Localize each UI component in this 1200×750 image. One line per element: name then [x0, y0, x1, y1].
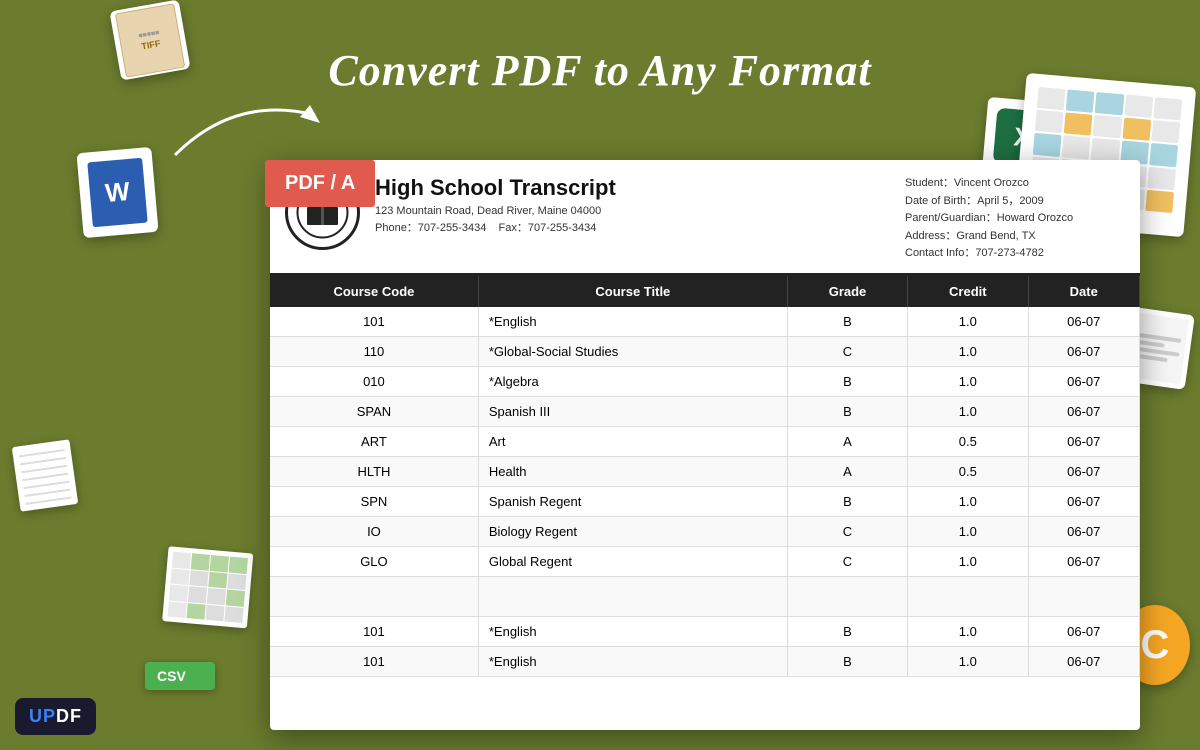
cell-grade: C — [787, 546, 907, 576]
cell-code: IO — [270, 516, 478, 546]
school-name: High School Transcript — [375, 175, 905, 201]
student-guardian: Parent/Guardian：Howard Orozco — [905, 210, 1125, 228]
cell-code: ART — [270, 426, 478, 456]
table-row: HLTH Health A 0.5 06-07 — [270, 456, 1140, 486]
cell-code: HLTH — [270, 456, 478, 486]
student-contact: Contact Info：707-273-4782 — [905, 245, 1125, 263]
cell-title: *English — [478, 307, 787, 337]
word-icon: W — [76, 147, 158, 238]
table-row: 101 *English B 1.0 06-07 — [270, 307, 1140, 337]
cell-code: GLO — [270, 546, 478, 576]
table-row: 101 *English B 1.0 06-07 — [270, 646, 1140, 676]
cell-date: 06-07 — [1028, 456, 1140, 486]
doc-small-left-icon — [10, 440, 80, 510]
cell-code: 110 — [270, 336, 478, 366]
cell-date: 06-07 — [1028, 307, 1140, 337]
cell-credit: 1.0 — [908, 366, 1028, 396]
student-dob: Date of Birth：April 5，2009 — [905, 193, 1125, 211]
student-name: Student：Vincent Orozco — [905, 175, 1125, 193]
csv-icon: CSV — [145, 662, 215, 700]
table-row: IO Biology Regent C 1.0 06-07 — [270, 516, 1140, 546]
cell-credit: 0.5 — [908, 426, 1028, 456]
student-address: Address：Grand Bend, TX — [905, 228, 1125, 246]
cell-credit: 1.0 — [908, 396, 1028, 426]
cell-date: 06-07 — [1028, 546, 1140, 576]
cell-code: 101 — [270, 646, 478, 676]
cell-date: 06-07 — [1028, 646, 1140, 676]
cell-title: Biology Regent — [478, 516, 787, 546]
cell-grade: B — [787, 307, 907, 337]
cell-grade: B — [787, 366, 907, 396]
cell-grade: A — [787, 456, 907, 486]
cell-title: Art — [478, 426, 787, 456]
updf-logo[interactable]: UPDF — [15, 698, 96, 735]
table-row: GLO Global Regent C 1.0 06-07 — [270, 546, 1140, 576]
school-address: 123 Mountain Road, Dead River, Maine 040… — [375, 205, 905, 217]
cell-code: SPAN — [270, 396, 478, 426]
cell-title: *Global-Social Studies — [478, 336, 787, 366]
cell-title: Spanish III — [478, 396, 787, 426]
cell-credit: 1.0 — [908, 516, 1028, 546]
cell-credit: 1.0 — [908, 307, 1028, 337]
table-row — [270, 576, 1140, 616]
cell-title: *English — [478, 646, 787, 676]
cell-date: 06-07 — [1028, 336, 1140, 366]
cell-credit: 1.0 — [908, 486, 1028, 516]
cell-grade: B — [787, 486, 907, 516]
cell-title: Health — [478, 456, 787, 486]
cell-date: 06-07 — [1028, 426, 1140, 456]
table-row: ART Art A 0.5 06-07 — [270, 426, 1140, 456]
cell-grade: C — [787, 336, 907, 366]
table-row: 110 *Global-Social Studies C 1.0 06-07 — [270, 336, 1140, 366]
document-container: ★ ★ ★ High School Transcript 123 Mountai… — [270, 160, 1140, 730]
cell-code: 101 — [270, 307, 478, 337]
cell-date: 06-07 — [1028, 486, 1140, 516]
school-info: High School Transcript 123 Mountain Road… — [375, 175, 905, 263]
school-phone-fax: Phone：707-255-3434 Fax：707-255-3434 — [375, 219, 905, 235]
cell-title: *Algebra — [478, 366, 787, 396]
col-header-date: Date — [1028, 276, 1140, 307]
cell-date: 06-07 — [1028, 616, 1140, 646]
cell-date: 06-07 — [1028, 516, 1140, 546]
cell-credit: 0.5 — [908, 456, 1028, 486]
cell-credit: 1.0 — [908, 336, 1028, 366]
grid-icon — [162, 546, 259, 634]
cell-credit: 1.0 — [908, 546, 1028, 576]
cell-grade: B — [787, 646, 907, 676]
cell-grade: A — [787, 426, 907, 456]
cell-credit: 1.0 — [908, 616, 1028, 646]
cell-code: 010 — [270, 366, 478, 396]
cell-code: SPN — [270, 486, 478, 516]
col-header-credit: Credit — [908, 276, 1028, 307]
cell-date: 06-07 — [1028, 396, 1140, 426]
table-row: SPN Spanish Regent B 1.0 06-07 — [270, 486, 1140, 516]
doc-header: ★ ★ ★ High School Transcript 123 Mountai… — [270, 160, 1140, 276]
tiff-icon: ■■■■■ TIFF — [109, 0, 190, 81]
col-header-title: Course Title — [478, 276, 787, 307]
cell-title: *English — [478, 616, 787, 646]
pdf-badge: PDF / A — [265, 160, 375, 207]
cell-credit: 1.0 — [908, 646, 1028, 676]
student-info: Student：Vincent Orozco Date of Birth：Apr… — [905, 175, 1125, 263]
cell-grade: C — [787, 516, 907, 546]
table-row: 101 *English B 1.0 06-07 — [270, 616, 1140, 646]
table-row: SPAN Spanish III B 1.0 06-07 — [270, 396, 1140, 426]
cell-grade: B — [787, 396, 907, 426]
cell-grade: B — [787, 616, 907, 646]
cell-title: Spanish Regent — [478, 486, 787, 516]
table-row: 010 *Algebra B 1.0 06-07 — [270, 366, 1140, 396]
transcript-table: Course Code Course Title Grade Credit Da… — [270, 276, 1140, 677]
cell-date: 06-07 — [1028, 366, 1140, 396]
col-header-code: Course Code — [270, 276, 478, 307]
col-header-grade: Grade — [787, 276, 907, 307]
cell-code: 101 — [270, 616, 478, 646]
table-header-row: Course Code Course Title Grade Credit Da… — [270, 276, 1140, 307]
cell-title: Global Regent — [478, 546, 787, 576]
